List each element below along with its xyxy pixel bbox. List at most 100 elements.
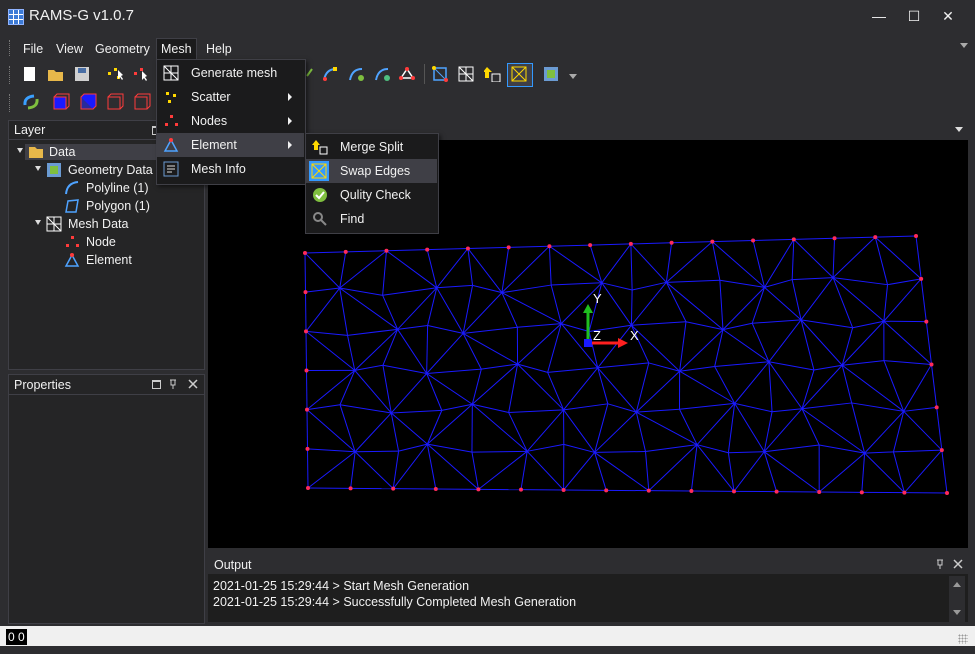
- menu-item-quality-check[interactable]: Qulity Check: [340, 183, 411, 207]
- resize-grip[interactable]: [958, 634, 968, 644]
- mesh-node[interactable]: [710, 239, 715, 244]
- mesh-node[interactable]: [343, 249, 348, 254]
- minimize-button[interactable]: —: [862, 4, 896, 28]
- polyline-node-icon[interactable]: [322, 66, 340, 82]
- properties-pin-icon[interactable]: [168, 378, 178, 390]
- mesh-node[interactable]: [604, 488, 609, 493]
- mesh-node[interactable]: [732, 489, 736, 494]
- mesh-edge: [851, 402, 904, 412]
- tree-expand-mesh-icon[interactable]: [35, 220, 41, 225]
- mesh-node[interactable]: [303, 251, 307, 255]
- mesh-node[interactable]: [306, 486, 310, 490]
- scroll-down-icon[interactable]: [953, 610, 961, 615]
- mesh-node[interactable]: [791, 237, 796, 242]
- properties-close-icon[interactable]: [187, 378, 199, 390]
- refresh-view-icon[interactable]: [22, 93, 40, 111]
- menu-view[interactable]: View: [53, 40, 86, 58]
- cube-view-side-icon[interactable]: [106, 93, 124, 111]
- mesh-node[interactable]: [919, 276, 924, 281]
- maximize-button[interactable]: ☐: [897, 4, 931, 28]
- mesh-node[interactable]: [588, 243, 593, 248]
- generate-mesh-icon[interactable]: [458, 66, 476, 82]
- select-points-icon[interactable]: [107, 66, 125, 82]
- cube-view-front-icon[interactable]: [52, 93, 70, 111]
- cube-view-top-icon[interactable]: [79, 93, 97, 111]
- menu-file[interactable]: File: [20, 40, 46, 58]
- mesh-node[interactable]: [348, 486, 353, 491]
- swap-edges-icon[interactable]: [511, 66, 527, 82]
- tree-label-data[interactable]: Data: [49, 145, 75, 159]
- tree-label-polygon[interactable]: Polygon (1): [86, 199, 150, 213]
- mesh-node[interactable]: [476, 487, 481, 492]
- layer-map-icon[interactable]: [543, 66, 559, 82]
- mesh-node[interactable]: [425, 247, 430, 252]
- mesh-node[interactable]: [902, 490, 907, 495]
- mesh-node[interactable]: [873, 235, 878, 240]
- mesh-node[interactable]: [384, 248, 389, 253]
- mesh-polygon-icon[interactable]: [432, 66, 450, 82]
- menu-item-swap-edges[interactable]: Swap Edges: [340, 159, 410, 183]
- properties-float-icon[interactable]: [152, 380, 161, 389]
- node-select-icon[interactable]: [399, 66, 417, 82]
- new-file-icon[interactable]: [22, 66, 38, 82]
- tree-label-polyline[interactable]: Polyline (1): [86, 181, 149, 195]
- tree-label-geometry-data[interactable]: Geometry Data: [68, 163, 153, 177]
- mesh-node[interactable]: [304, 368, 309, 373]
- output-close-icon[interactable]: [952, 558, 964, 570]
- mesh-node[interactable]: [832, 236, 837, 241]
- mesh-node[interactable]: [774, 489, 779, 494]
- polyline-add-icon[interactable]: [348, 66, 366, 82]
- mesh-node[interactable]: [934, 405, 939, 410]
- mesh-node[interactable]: [561, 488, 566, 492]
- mesh-node[interactable]: [305, 446, 310, 451]
- mesh-node[interactable]: [303, 290, 308, 295]
- mesh-node[interactable]: [669, 240, 674, 245]
- menu-item-scatter[interactable]: Scatter: [191, 85, 231, 109]
- mesh-node[interactable]: [391, 486, 396, 491]
- menu-geometry[interactable]: Geometry: [92, 40, 153, 58]
- select-nodes-icon[interactable]: [133, 66, 151, 82]
- save-icon[interactable]: [74, 66, 90, 82]
- toolbar-overflow-icon[interactable]: [569, 74, 577, 79]
- mesh-node[interactable]: [924, 319, 929, 324]
- mesh-node[interactable]: [939, 448, 944, 453]
- menu-item-mesh-info[interactable]: Mesh Info: [191, 157, 246, 181]
- mesh-node[interactable]: [689, 489, 694, 493]
- mesh-node[interactable]: [929, 362, 934, 367]
- menu-help[interactable]: Help: [203, 40, 235, 58]
- cube-view-iso-icon[interactable]: [133, 93, 151, 111]
- mesh-node[interactable]: [506, 245, 511, 250]
- close-button[interactable]: ✕: [931, 4, 965, 28]
- mesh-node[interactable]: [519, 487, 523, 492]
- open-folder-icon[interactable]: [47, 66, 65, 82]
- tree-label-element[interactable]: Element: [86, 253, 132, 267]
- menu-item-nodes[interactable]: Nodes: [191, 109, 227, 133]
- tree-label-mesh-data[interactable]: Mesh Data: [68, 217, 128, 231]
- output-pin-icon[interactable]: [935, 558, 945, 570]
- mesh-node[interactable]: [465, 246, 470, 251]
- mesh-node[interactable]: [547, 244, 552, 249]
- menubar-overflow-icon[interactable]: [960, 43, 968, 48]
- mesh-node[interactable]: [304, 329, 308, 334]
- merge-split-icon[interactable]: [484, 66, 502, 82]
- mesh-node[interactable]: [914, 234, 918, 238]
- menu-mesh[interactable]: Mesh: [156, 38, 197, 60]
- mesh-node[interactable]: [433, 487, 438, 491]
- tree-label-node[interactable]: Node: [86, 235, 116, 249]
- mesh-node[interactable]: [945, 491, 949, 495]
- mesh-node[interactable]: [305, 407, 309, 412]
- menu-item-merge-split[interactable]: Merge Split: [340, 135, 403, 159]
- menu-item-find[interactable]: Find: [340, 207, 364, 231]
- scroll-up-icon[interactable]: [953, 582, 961, 587]
- mesh-node[interactable]: [751, 238, 756, 243]
- document-list-icon[interactable]: [955, 127, 963, 132]
- mesh-node[interactable]: [646, 488, 651, 493]
- tree-expand-data-icon[interactable]: [17, 148, 23, 153]
- polyline-remove-icon[interactable]: [374, 66, 392, 82]
- tree-expand-geometry-icon[interactable]: [35, 166, 41, 171]
- menu-item-generate-mesh[interactable]: Generate mesh: [191, 61, 277, 85]
- mesh-node[interactable]: [859, 490, 864, 495]
- mesh-node[interactable]: [817, 490, 822, 494]
- menu-item-element[interactable]: Element: [191, 133, 237, 157]
- mesh-node[interactable]: [628, 241, 633, 246]
